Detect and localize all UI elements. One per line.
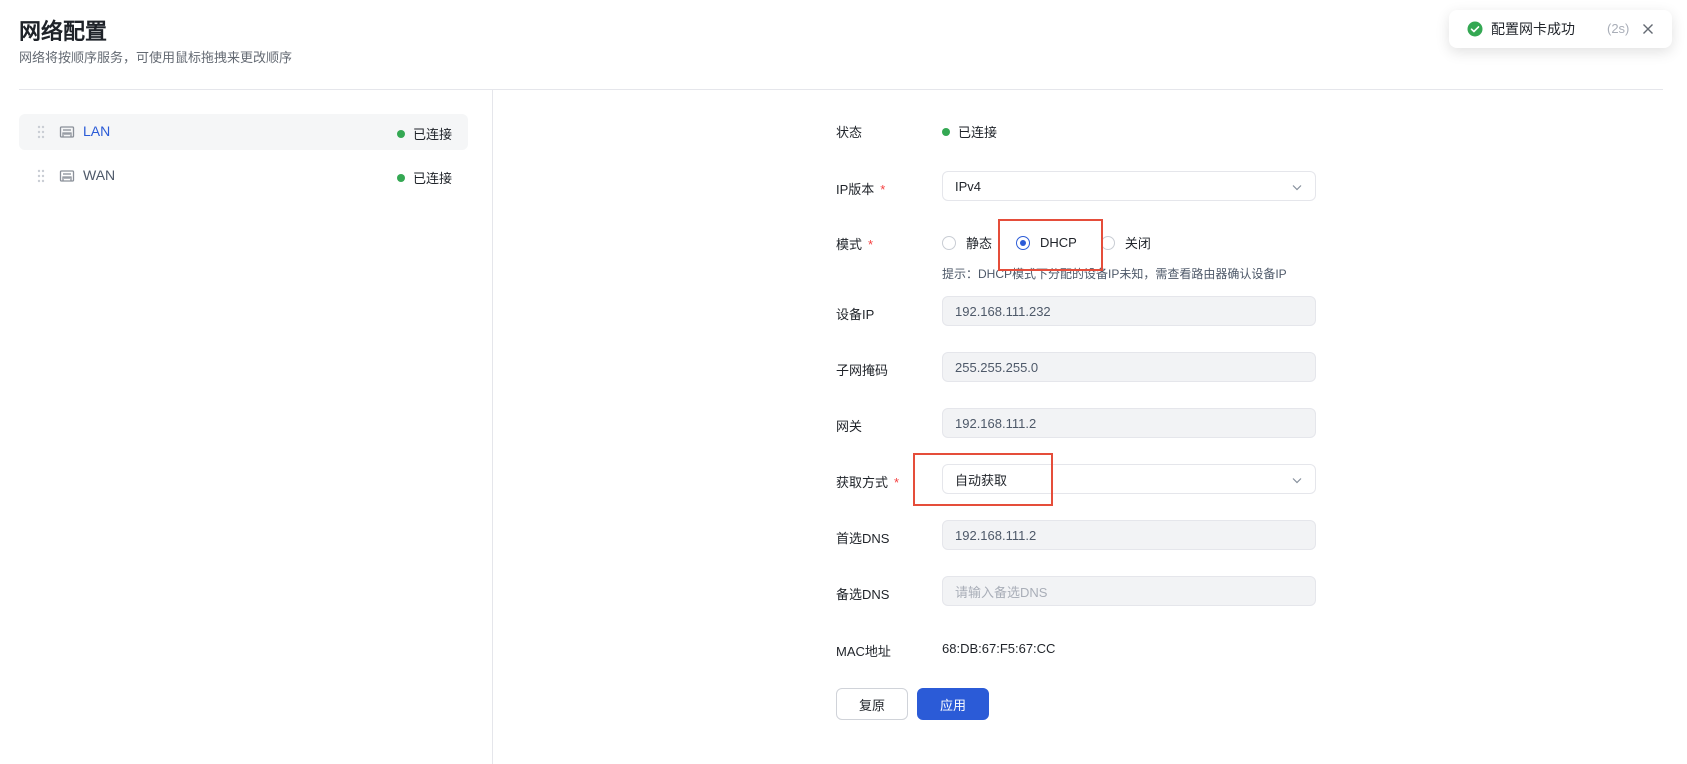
radio-off-label: 关闭 (1124, 236, 1151, 251)
page-title: 网络配置 (19, 19, 108, 44)
gateway-label: 网关 (836, 419, 863, 434)
nic-status-text: 已连接 (412, 127, 452, 142)
page-subtitle: 网络将按顺序服务，可使用鼠标拖拽来更改顺序 (19, 50, 293, 65)
dns2-field[interactable]: 请输入备选DNS (942, 576, 1316, 606)
required-mark: * (868, 237, 874, 252)
acquire-label: 获取方式 * (836, 472, 899, 491)
acquire-value: 自动获取 (955, 472, 1008, 488)
mac-label: MAC地址 (836, 644, 891, 659)
chevron-down-icon (1291, 181, 1303, 193)
radio-circle (942, 235, 956, 250)
status-dot (942, 127, 950, 136)
subnet-label: 子网掩码 (836, 363, 889, 378)
nic-status: 已连接 (396, 124, 452, 143)
status-value: 已连接 (942, 122, 997, 141)
ip-version-select[interactable]: IPv4 (942, 171, 1316, 201)
ethernet-port-icon (59, 124, 75, 140)
status-value-text: 已连接 (958, 125, 998, 140)
success-toast: 配置网卡成功 (2s) (1449, 10, 1672, 48)
radio-circle (1016, 235, 1031, 250)
header-divider (19, 89, 1663, 90)
ip-version-value: IPv4 (955, 178, 982, 194)
device-ip-label: 设备IP (836, 307, 875, 322)
acquire-select[interactable]: 自动获取 (942, 464, 1316, 494)
nic-list: LAN 已连接 WAN 已连接 (19, 114, 468, 202)
ip-version-label-text: IP版本 (836, 182, 875, 197)
radio-dhcp[interactable]: DHCP (1016, 235, 1077, 250)
panel-divider (492, 90, 493, 764)
device-ip-field[interactable]: 192.168.111.232 (942, 296, 1316, 326)
mac-value: 68:DB:67:F5:67:CC (942, 641, 1056, 656)
radio-static-label: 静态 (966, 236, 993, 251)
mode-label-text: 模式 (836, 237, 863, 252)
apply-button[interactable]: 应用 (917, 688, 989, 720)
radio-circle (1100, 235, 1115, 250)
nic-item-lan[interactable]: LAN 已连接 (19, 114, 468, 150)
required-mark: * (894, 475, 900, 490)
radio-static[interactable]: 静态 (942, 233, 992, 252)
drag-handle-icon[interactable] (37, 169, 45, 183)
dns2-label: 备选DNS (836, 587, 890, 602)
radio-dhcp-label: DHCP (1040, 235, 1077, 250)
ip-version-label: IP版本 * (836, 179, 885, 198)
mode-label: 模式 * (836, 234, 873, 253)
reset-button[interactable]: 复原 (836, 688, 908, 720)
ethernet-port-icon (59, 168, 75, 184)
check-circle-icon (1467, 21, 1483, 37)
radio-off[interactable]: 关闭 (1100, 233, 1151, 252)
nic-status-text: 已连接 (412, 171, 452, 186)
close-icon[interactable] (1641, 22, 1655, 36)
nic-name: LAN (83, 123, 111, 139)
status-label: 状态 (836, 125, 863, 140)
chevron-down-icon (1291, 474, 1303, 486)
required-mark: * (880, 182, 886, 197)
dns1-label: 首选DNS (836, 531, 890, 546)
mode-hint: 提示：DHCP模式下分配的设备IP未知，需查看路由器确认设备IP (942, 267, 1287, 281)
toast-countdown: (2s) (1607, 21, 1630, 36)
acquire-label-text: 获取方式 (836, 475, 889, 490)
status-dot (396, 129, 405, 138)
nic-status: 已连接 (396, 168, 452, 187)
gateway-field[interactable]: 192.168.111.2 (942, 408, 1316, 438)
nic-item-wan[interactable]: WAN 已连接 (19, 158, 468, 194)
drag-handle-icon[interactable] (37, 125, 45, 139)
mode-radio-group: 静态 DHCP 关闭 (942, 233, 1175, 252)
nic-name: WAN (83, 167, 116, 183)
dns1-field[interactable]: 192.168.111.2 (942, 520, 1316, 550)
toast-message: 配置网卡成功 (1491, 21, 1575, 37)
status-dot (396, 173, 405, 182)
subnet-field[interactable]: 255.255.255.0 (942, 352, 1316, 382)
